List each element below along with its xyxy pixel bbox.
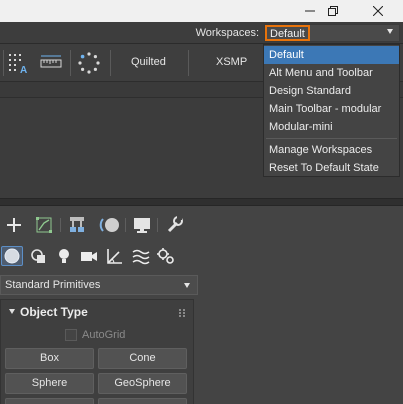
restore-button[interactable] [315, 0, 351, 22]
autogrid-label: AutoGrid [82, 329, 126, 341]
toolbar-separator [110, 50, 111, 76]
systems-icon[interactable] [155, 246, 177, 266]
tab-separator [60, 218, 61, 232]
geosphere-button[interactable]: GeoSphere [98, 373, 187, 394]
window-titlebar [0, 0, 403, 22]
helpers-icon[interactable] [104, 246, 126, 266]
dotted-circle-icon[interactable] [76, 51, 102, 75]
geometry-icon[interactable] [1, 246, 23, 266]
restore-icon [328, 6, 338, 16]
workspaces-menu: Default Alt Menu and Toolbar Design Stan… [263, 44, 400, 177]
display-icon[interactable] [131, 215, 153, 235]
primitives-dropdown-value: Standard Primitives [5, 279, 101, 291]
sphere-button[interactable]: Sphere [5, 373, 94, 394]
cameras-icon[interactable] [78, 246, 100, 266]
chevron-down-icon [184, 283, 190, 288]
motion-icon[interactable] [99, 215, 121, 235]
autogrid-checkbox[interactable] [65, 329, 77, 341]
object-type-rollout: Object Type AutoGrid Box Cone Sphere Geo… [0, 299, 194, 404]
close-icon [373, 6, 383, 16]
panel-splitter[interactable] [0, 198, 403, 206]
space-warps-icon[interactable] [130, 246, 152, 266]
workspaces-bar: Workspaces: Default [0, 22, 403, 44]
primitive-button[interactable] [98, 398, 187, 404]
tab-separator [125, 218, 126, 232]
create-icon[interactable] [3, 215, 25, 235]
collapse-triangle-icon [9, 309, 15, 314]
autogrid-option: AutoGrid [65, 328, 185, 344]
ribbon-tab-xsmp[interactable]: XSMP [216, 56, 247, 68]
measure-icon[interactable] [38, 51, 64, 75]
shapes-icon[interactable] [28, 246, 50, 266]
rollout-title: Object Type [20, 305, 88, 319]
menu-item-modular-mini[interactable]: Modular-mini [264, 118, 399, 136]
modify-icon[interactable] [33, 215, 55, 235]
drag-grip-icon[interactable] [179, 308, 185, 317]
workspaces-dropdown[interactable]: Default [264, 24, 400, 42]
object-category-tabs [0, 242, 403, 270]
menu-item-alt-menu-and-toolbar[interactable]: Alt Menu and Toolbar [264, 64, 399, 82]
minimize-icon [305, 6, 315, 16]
toolbar-separator [188, 50, 189, 76]
workspaces-label: Workspaces: [195, 27, 259, 39]
utilities-icon[interactable] [163, 215, 185, 235]
primitives-dropdown[interactable]: Standard Primitives [0, 275, 198, 295]
chevron-down-icon [387, 29, 393, 34]
tab-separator [157, 218, 158, 232]
toolbar-separator [3, 50, 4, 76]
toolbar-separator [70, 50, 71, 76]
box-button[interactable]: Box [5, 348, 94, 369]
snap-grid-icon[interactable]: A [7, 51, 33, 75]
close-button[interactable] [360, 0, 396, 22]
lights-icon[interactable] [53, 246, 75, 266]
menu-item-default[interactable]: Default [264, 46, 399, 64]
rollout-header[interactable]: Object Type [1, 300, 193, 324]
menu-item-reset-to-default-state[interactable]: Reset To Default State [264, 159, 399, 177]
menu-separator [266, 138, 397, 139]
hierarchy-icon[interactable] [66, 215, 88, 235]
ribbon-tab-quilted[interactable]: Quilted [131, 56, 166, 68]
primitive-button[interactable] [5, 398, 94, 404]
svg-text:A: A [20, 65, 27, 75]
menu-item-design-standard[interactable]: Design Standard [264, 82, 399, 100]
cone-button[interactable]: Cone [98, 348, 187, 369]
menu-item-manage-workspaces[interactable]: Manage Workspaces [264, 141, 399, 159]
command-panel-tabs [0, 206, 403, 240]
menu-item-main-toolbar-modular[interactable]: Main Toolbar - modular [264, 100, 399, 118]
workspaces-selected-value: Default [265, 25, 310, 41]
